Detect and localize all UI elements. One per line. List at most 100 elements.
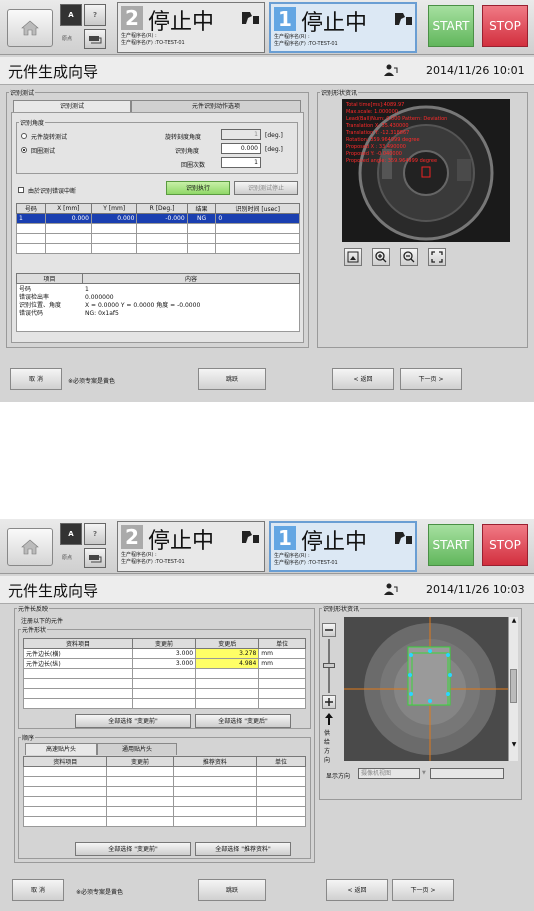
stop-button[interactable]: STOP	[482, 524, 528, 566]
rotation-angle-field[interactable]: 1	[221, 129, 261, 140]
radio-rotation-test[interactable]	[21, 133, 27, 139]
scroll-thumb[interactable]	[510, 669, 517, 703]
table-cell	[258, 698, 306, 709]
table-row[interactable]: 1 0.000 0.000 -0.000 NG 0	[16, 213, 300, 224]
table-cell	[172, 816, 258, 827]
table-cell: mm	[258, 648, 306, 659]
program-names: 生产程序名(R) : 生产程序名(F) :TO-TEST-01	[121, 33, 185, 46]
start-button[interactable]: START	[428, 5, 474, 47]
scroll-down-icon[interactable]: ▼	[509, 741, 519, 751]
user-icon	[384, 583, 398, 595]
camera-view[interactable]	[344, 617, 516, 761]
shape-group: 元件形状 资料项目 变更前 变更后 单位 元件边长(横) 3.000 3.278 mm 元件边…	[18, 625, 311, 729]
program-names: 生产程序名(R) : 生产程序名(F) :TO-TEST-01	[274, 553, 338, 566]
back-button[interactable]: < 返回	[332, 368, 394, 390]
tab-recognition-test[interactable]: 识别测试	[13, 100, 131, 112]
angle-group: 识别角度 元件旋转测试 回圈测试 旋转刻度角度 1 [deg.] 识别角度 0.…	[16, 118, 298, 174]
table-cell	[16, 223, 46, 234]
help-button[interactable]: ?	[84, 523, 106, 545]
start-button[interactable]: START	[428, 524, 474, 566]
table-cell	[106, 796, 174, 807]
image-settings-button[interactable]	[344, 248, 362, 266]
zoom-minus-button[interactable]	[322, 623, 336, 637]
table-cell	[106, 786, 174, 797]
zoom-plus-button[interactable]	[322, 695, 336, 709]
skip-button[interactable]: 跳跃	[198, 368, 266, 390]
table-cell	[22, 766, 108, 777]
table-cell	[256, 776, 306, 787]
tab-recognition-options[interactable]: 元件识别动作选项	[131, 100, 301, 112]
table-cell	[215, 223, 300, 234]
table-cell	[106, 816, 174, 827]
column-header: 资料项目	[23, 638, 133, 649]
select-all-before-button-2[interactable]: 全部选择 "变更前"	[75, 842, 191, 856]
table-cell	[90, 233, 138, 244]
zoom-slider-thumb[interactable]	[323, 663, 335, 668]
next-button[interactable]: 下一页 >	[400, 368, 462, 390]
home-button[interactable]	[7, 528, 53, 566]
back-button[interactable]: < 返回	[326, 879, 388, 901]
transfer-button[interactable]	[84, 29, 106, 49]
stop-test-button[interactable]: 识别测试停止	[234, 181, 298, 195]
camera-view[interactable]: Total time[ms]:4089.97 Max.scale: 1.00000…	[342, 99, 510, 242]
scroll-up-icon[interactable]: ▲	[509, 617, 519, 627]
zoom-in-button[interactable]	[372, 248, 390, 266]
table-row-empty	[16, 223, 300, 234]
skip-button[interactable]: 跳跃	[198, 879, 266, 901]
loop-count-field[interactable]: 1	[221, 157, 261, 168]
checkbox-label: 由於识别错误中断	[28, 188, 77, 195]
status-panel-2[interactable]: 2 停止中 生产程序名(R) : 生产程序名(F) :TO-TEST-01	[117, 521, 265, 572]
table-row[interactable]: 元件边长(纵) 3.000 4.984 mm	[23, 658, 306, 669]
status-panel-1[interactable]: 1 停止中 生产程序名(R) : 生产程序名(F) :TO-TEST-01	[269, 521, 417, 572]
table-cell	[258, 688, 306, 699]
cancel-button[interactable]: 取 消	[12, 879, 64, 901]
tab-general-head[interactable]: 通用贴片头	[97, 743, 177, 755]
auto-button[interactable]: A	[60, 523, 82, 545]
home-button[interactable]	[7, 9, 53, 47]
overlay-line: Proposed angle: 359.964999 degree	[346, 158, 438, 164]
transfer-button[interactable]	[84, 548, 106, 568]
transfer-icon	[89, 555, 102, 563]
table-row[interactable]: 元件边长(横) 3.000 3.278 mm	[23, 648, 306, 659]
execute-button[interactable]: 识别执行	[166, 181, 230, 195]
recognition-angle-field[interactable]: 0.000	[221, 143, 261, 154]
auto-button[interactable]: A	[60, 4, 82, 26]
next-button[interactable]: 下一页 >	[392, 879, 454, 901]
select-all-before-button[interactable]: 全部选择 "变更前"	[75, 714, 191, 728]
table-cell	[22, 786, 108, 797]
display-direction-select[interactable]: 摄像机视图	[358, 768, 420, 779]
table-cell: mm	[258, 658, 306, 669]
fit-view-button[interactable]	[428, 248, 446, 266]
table-cell	[172, 796, 258, 807]
tab-high-speed-head[interactable]: 高速贴片头	[25, 743, 97, 755]
select-all-recommended-button[interactable]: 全部选择 "推荐资料"	[195, 842, 291, 856]
zoom-in-icon	[375, 251, 387, 263]
zoom-out-button[interactable]	[400, 248, 418, 266]
table-row-empty	[23, 678, 306, 689]
table-row-empty	[22, 786, 306, 797]
table-cell	[131, 698, 197, 709]
order-group: 顺序 高速贴片头 通用贴片头 资料项目 变更前 推荐资料 单位 全部选择 "变更前" …	[18, 733, 311, 859]
status-panel-1[interactable]: 1 停止中 生产程序名(R) : 生产程序名(F) :TO-TEST-01	[269, 2, 417, 53]
cancel-button[interactable]: 取 消	[10, 368, 62, 390]
top-toolbar: A ? 原点 2 停止中 生产程序名(R) : 生产程序名(F) :TO-TEST…	[0, 0, 534, 55]
table-cell	[106, 776, 174, 787]
detail-row: 号码 1	[19, 286, 297, 294]
table-cell	[136, 233, 188, 244]
table-cell	[186, 223, 217, 234]
help-button[interactable]: ?	[84, 4, 106, 26]
overlay-line: Proposed Y: -0.040000	[346, 151, 402, 157]
vertical-scrollbar[interactable]: ▲ ▼	[508, 617, 518, 761]
stop-on-error-checkbox[interactable]	[18, 187, 24, 193]
stop-button[interactable]: STOP	[482, 5, 528, 47]
dropdown-arrow-icon[interactable]: ▼	[422, 770, 426, 776]
table-row-empty	[22, 776, 306, 787]
table-cell	[215, 243, 300, 254]
status-panel-2[interactable]: 2 停止中 生产程序名(R) : 生产程序名(F) :TO-TEST-01	[117, 2, 265, 53]
status-text: 停止中	[301, 11, 368, 36]
component-feedback-group: 元件长反映 注册以下的元件 元件形状 资料项目 变更前 变更后 单位 元件边长(横) 3…	[14, 604, 315, 863]
table-cell: -0.000	[136, 213, 188, 224]
radio-loop-test[interactable]	[21, 147, 27, 153]
select-all-after-button[interactable]: 全部选择 "变更后"	[195, 714, 291, 728]
overlay-text: Total time[ms]:4089.97 Max.scale: 1.00000…	[346, 102, 447, 165]
